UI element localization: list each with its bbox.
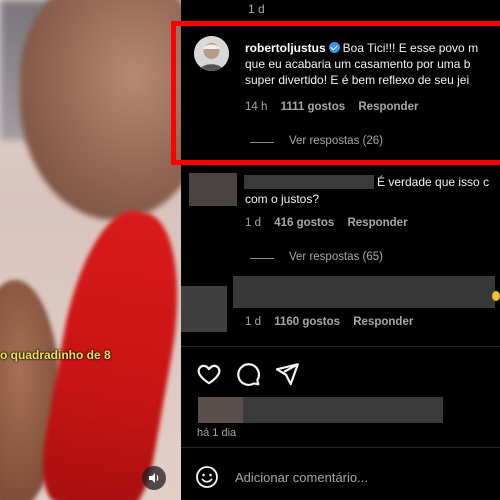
share-button[interactable] <box>274 361 300 387</box>
speaker-icon <box>149 473 159 483</box>
add-comment-input[interactable]: Adicionar comentário... <box>235 470 368 485</box>
avatar[interactable] <box>189 173 237 206</box>
reply-button[interactable]: Responder <box>353 316 413 328</box>
comment-text-line: com o justos? <box>245 192 320 206</box>
paper-plane-icon <box>275 363 299 386</box>
video-player[interactable]: o quadradinho de 8 <box>0 0 181 500</box>
video-caption: o quadradinho de 8 <box>0 348 111 362</box>
video-frame-figure <box>20 0 181 220</box>
comment-text-line: É verdade que isso c <box>377 175 490 189</box>
comment-username-redacted[interactable] <box>244 175 374 189</box>
comment-likes[interactable]: 416 gostos <box>274 217 334 229</box>
like-button[interactable] <box>196 361 222 387</box>
divider <box>181 346 500 347</box>
liked-by-text-redacted <box>243 397 443 423</box>
comment-time: 1 d <box>245 217 261 229</box>
comment-bubble-icon <box>237 363 260 386</box>
replies-line <box>250 258 274 259</box>
avatar[interactable] <box>181 286 227 332</box>
view-replies-link[interactable]: Ver respostas (65) <box>289 251 383 263</box>
heart-icon <box>197 364 221 385</box>
comment-time: 1 d <box>245 316 261 328</box>
sound-button[interactable] <box>142 466 166 490</box>
divider <box>181 447 500 448</box>
emoji-icon <box>492 291 500 301</box>
comment-meta: 1 d 1160 gostos Responder <box>245 316 413 328</box>
post-time: há 1 dia <box>197 427 237 439</box>
liked-by-avatars-redacted <box>198 397 243 423</box>
reply-button[interactable]: Responder <box>347 217 407 229</box>
comment-time: 1 d <box>248 2 265 16</box>
comment-button[interactable] <box>235 361 261 387</box>
comment-text-redacted <box>233 276 495 308</box>
emoji-picker-button[interactable] <box>195 465 219 489</box>
comment-meta: 1 d 416 gostos Responder <box>245 217 408 229</box>
highlight-box <box>171 21 500 165</box>
smiley-icon <box>196 466 218 488</box>
comment-likes[interactable]: 1160 gostos <box>274 316 340 328</box>
